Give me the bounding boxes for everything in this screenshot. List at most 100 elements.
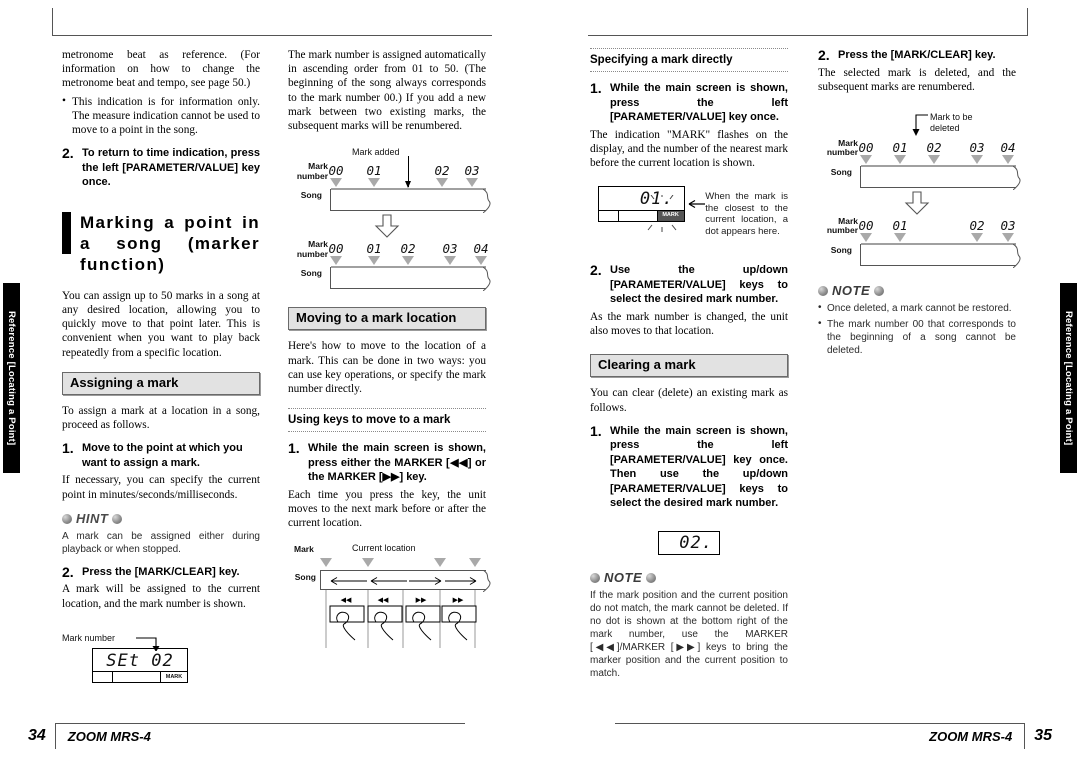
mark-triangle-icon bbox=[330, 256, 342, 266]
step-number: 2. bbox=[590, 262, 602, 279]
column-1: metronome beat as reference. (For inform… bbox=[62, 48, 260, 684]
list-item: The mark number 00 that corresponds to t… bbox=[818, 317, 1016, 357]
transform-arrow bbox=[818, 191, 1016, 215]
mark-number: 00 bbox=[858, 139, 874, 155]
diagram-caption: Mark to be deleted bbox=[930, 112, 973, 134]
lcd-indicator-row: MARK bbox=[93, 671, 187, 683]
mark-triangle-icon bbox=[469, 557, 481, 567]
right-page-frame bbox=[588, 8, 1028, 36]
mark-triangle-row bbox=[320, 557, 486, 570]
lcd-digits: SEt 02 bbox=[106, 650, 174, 671]
step-clear-select-mark: 1. While the main screen is shown, press… bbox=[590, 424, 788, 511]
mark-triangle-icon bbox=[860, 232, 872, 242]
lcd-seg-mark: MARK bbox=[165, 673, 183, 680]
note-dot-icon bbox=[590, 573, 600, 584]
step-text: To return to time indication, press the … bbox=[82, 147, 260, 189]
mark-number: 00 bbox=[858, 217, 874, 233]
song-axis-label: Song bbox=[300, 190, 322, 201]
book-title-right: ZOOM MRS-4 bbox=[929, 729, 1013, 744]
lcd-seg-blank-1 bbox=[599, 210, 619, 221]
song-axis-label: Song bbox=[294, 571, 316, 582]
mark-triangle-icon bbox=[362, 557, 374, 567]
section-heading-clearing: Clearing a mark bbox=[590, 354, 788, 378]
mark-label: Mark bbox=[294, 543, 314, 554]
mark-number: 02 bbox=[969, 217, 985, 233]
note-dot-icon bbox=[818, 286, 828, 296]
transform-arrow bbox=[288, 214, 486, 238]
move-arrows-icon bbox=[330, 576, 477, 585]
step-text: Use the up/down [PARAMETER/VALUE] keys t… bbox=[610, 264, 788, 306]
song-bar-after bbox=[860, 242, 1021, 268]
current-location-label: Current location bbox=[352, 542, 416, 553]
label-line-2: number bbox=[826, 225, 858, 236]
step-text: Press the [MARK/CLEAR] key. bbox=[838, 49, 996, 61]
mark-number-axis-label: Mark number bbox=[814, 216, 858, 236]
chapter-intro: You can assign up to 50 marks in a song … bbox=[62, 289, 260, 359]
svg-text:▶▶: ▶▶ bbox=[453, 597, 464, 604]
mark-triangle-icon bbox=[402, 256, 414, 266]
lcd-figure-mark-02: 02. bbox=[590, 530, 788, 556]
mark-number: 04 bbox=[473, 241, 489, 257]
step-select-mark-number: 2. Use the up/down [PARAMETER/VALUE] key… bbox=[590, 263, 788, 307]
mark-triangle-icon bbox=[434, 557, 446, 567]
svg-text:◀◀: ◀◀ bbox=[341, 597, 352, 604]
song-bar-top-line bbox=[861, 164, 1016, 167]
column-4: 2. Press the [MARK/CLEAR] key. The selec… bbox=[818, 48, 1021, 360]
callout-arrow-icon bbox=[688, 200, 705, 209]
marker-keys-diagram: Mark Current location ◀◀ ◀◀ ▶▶ ▶▶ Song bbox=[288, 542, 491, 652]
chapter-heading: Marking a point in a song (marker functi… bbox=[62, 211, 260, 275]
mark-number: 01 bbox=[366, 163, 382, 179]
step-body: The selected mark is deleted, and the su… bbox=[818, 66, 1016, 93]
note-badge: NOTE bbox=[818, 283, 1016, 298]
mark-number-row-after: 00 01 02 03 04 bbox=[328, 239, 489, 257]
mark-added-diagram: Mark added 00 01 02 03 Mark number Song … bbox=[288, 147, 491, 292]
book-title-left: ZOOM MRS-4 bbox=[67, 729, 151, 744]
song-axis-label: Song bbox=[830, 166, 852, 177]
lcd-callout-text: When the mark is the closest to the curr… bbox=[705, 191, 788, 237]
mark-triangle-icon bbox=[436, 178, 448, 188]
down-block-arrow-icon bbox=[904, 191, 930, 215]
song-axis-label: Song bbox=[830, 244, 852, 255]
mark-number: 02 bbox=[926, 139, 942, 155]
continued-paragraph: metronome beat as reference. (For inform… bbox=[62, 49, 260, 90]
song-bar-after bbox=[330, 266, 491, 292]
mark-number: 03 bbox=[969, 139, 985, 155]
mark-number-axis-label: Mark number bbox=[284, 240, 328, 259]
mark-triangle-icon bbox=[466, 178, 478, 188]
lcd-display: 01. MARK bbox=[598, 186, 685, 232]
mark-number: 01 bbox=[366, 241, 382, 257]
step-body: As the mark number is changed, the unit … bbox=[590, 310, 788, 338]
label-line-2: number bbox=[296, 248, 328, 259]
chapter-bar-icon bbox=[62, 211, 71, 254]
mark-numbering-paragraph: The mark number is assigned automaticall… bbox=[288, 49, 486, 133]
song-bar-before bbox=[330, 188, 491, 214]
down-block-arrow-icon bbox=[374, 214, 400, 238]
label-line-2: number bbox=[826, 147, 858, 158]
mark-number: 02 bbox=[434, 163, 450, 179]
mark-number: 01 bbox=[892, 139, 908, 155]
step-number: 1. bbox=[62, 440, 74, 457]
flash-lines-icon bbox=[647, 194, 676, 232]
mark-triangle-icon bbox=[368, 178, 380, 188]
mark-triangle-icon bbox=[368, 256, 380, 266]
hint-dot-icon bbox=[112, 513, 123, 524]
footer-frame-right: ZOOM MRS-4 bbox=[615, 723, 1026, 749]
step-body: A mark will be assigned to the current l… bbox=[62, 583, 260, 610]
clearing-intro: You can clear (delete) an existing mark … bbox=[590, 387, 788, 414]
page-number-right: 35 bbox=[1034, 727, 1052, 744]
list-item: Once deleted, a mark cannot be restored. bbox=[818, 301, 1016, 315]
section-heading-assigning: Assigning a mark bbox=[62, 371, 260, 395]
song-bar-before bbox=[860, 164, 1021, 190]
step-text: Press the [MARK/CLEAR] key. bbox=[82, 565, 240, 578]
step-return-to-time: 2. To return to time indication, press t… bbox=[62, 146, 260, 190]
step-move-to-point: 1. Move to the point at which you want t… bbox=[62, 441, 260, 470]
column-3: Specifying a mark directly 1. While the … bbox=[590, 48, 788, 680]
mark-number: 00 bbox=[328, 163, 344, 179]
key-press-illustrations: ◀◀ ◀◀ ▶▶ ▶▶ bbox=[325, 589, 477, 648]
manual-page-spread: Reference [Locating a Point] Reference [… bbox=[0, 0, 1080, 765]
side-tab-right-label: Reference [Locating a Point] bbox=[1063, 310, 1074, 446]
song-bar-top-line bbox=[331, 188, 486, 191]
note-badge: NOTE bbox=[590, 570, 788, 585]
mark-triangle-icon bbox=[971, 154, 983, 164]
song-bar-tail-icon bbox=[1013, 243, 1021, 268]
